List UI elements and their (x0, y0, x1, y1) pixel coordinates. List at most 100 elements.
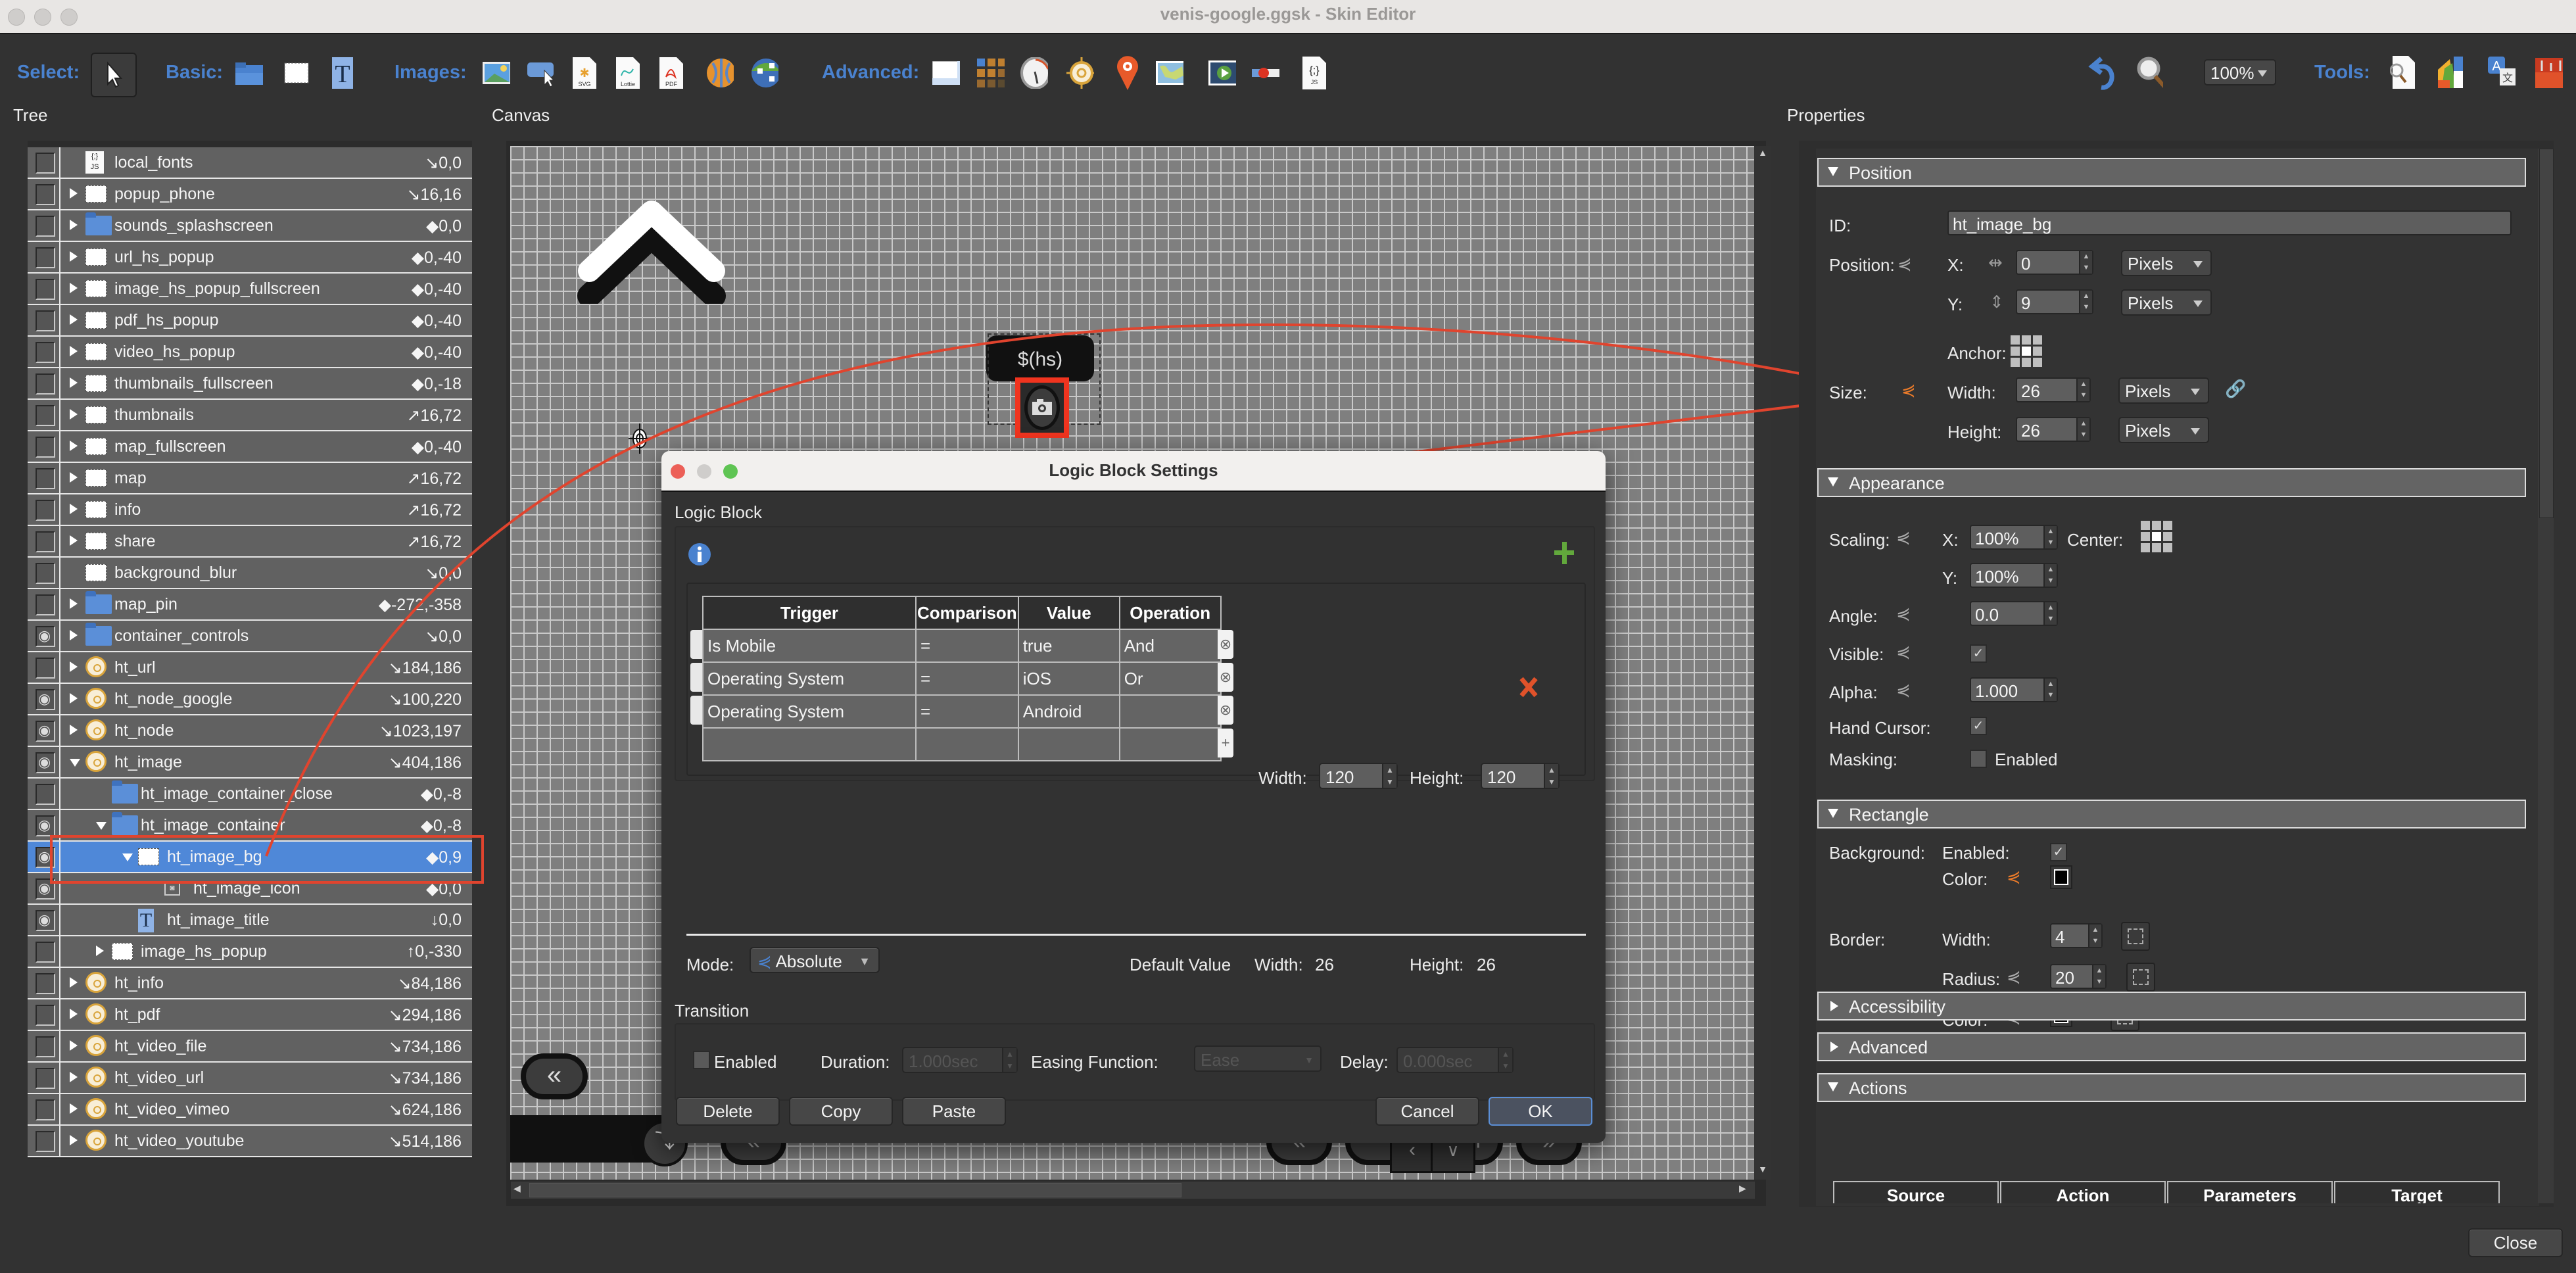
tree-row[interactable]: share ↗16,72 (28, 526, 472, 558)
visibility-toggle[interactable] (36, 563, 55, 584)
collapsed-arrow-icon[interactable] (70, 1009, 78, 1019)
tree-row[interactable]: popup_phone ↘16,16 (28, 179, 472, 210)
collapsed-arrow-icon[interactable] (70, 441, 78, 451)
collapsed-arrow-icon[interactable] (70, 504, 78, 514)
collapsed-arrow-icon[interactable] (70, 409, 78, 420)
visibility-toggle[interactable] (36, 247, 55, 268)
collapsed-arrow-icon[interactable] (70, 598, 78, 609)
visible-logic-icon[interactable]: ⋞ (1896, 642, 1916, 661)
bg-color-swatch[interactable] (2050, 865, 2072, 889)
collapsed-arrow-icon[interactable] (70, 1135, 78, 1145)
slider-icon[interactable] (1252, 59, 1279, 87)
cloner-icon[interactable] (977, 59, 1005, 87)
x-stepper[interactable]: ▲ ▼ (2079, 251, 2092, 274)
height-input[interactable]: 26 ▲ ▼ (2016, 417, 2091, 442)
map-pin-icon[interactable] (1114, 56, 1141, 90)
border-radius-logic-icon[interactable]: ⋞ (2007, 967, 2026, 986)
hotspot-icon[interactable] (1066, 57, 1094, 89)
alpha-logic-icon[interactable]: ⋞ (1896, 680, 1916, 700)
section-appearance[interactable]: Appearance (1817, 468, 2526, 497)
visibility-toggle[interactable] (36, 973, 55, 994)
visibility-toggle[interactable] (36, 531, 55, 552)
scale-x-input[interactable]: 100% ▲ ▼ (1970, 525, 2058, 550)
logic-cell[interactable]: = (915, 661, 1019, 696)
visibility-toggle[interactable] (36, 342, 55, 363)
visibility-toggle[interactable] (36, 1005, 55, 1026)
remove-condition-icon[interactable]: ⊗ (1218, 630, 1233, 659)
bg-enabled-checkbox[interactable]: ✓ (2050, 843, 2067, 861)
angle-input[interactable]: 0.0 ▲ ▼ (1970, 601, 2058, 626)
height-stepper[interactable]: ▲ ▼ (2076, 418, 2089, 441)
code-icon[interactable]: {;} JS (1300, 57, 1328, 89)
logic-cell[interactable]: And (1118, 629, 1222, 663)
visibility-toggle[interactable] (36, 405, 55, 426)
y-stepper[interactable]: ▲ ▼ (2079, 291, 2092, 313)
center-grid[interactable] (2141, 521, 2172, 552)
tree-row[interactable]: thumbnails_fullscreen ◆0,-18 (28, 368, 472, 400)
rectangle-icon[interactable] (283, 59, 310, 87)
x-unit-select[interactable]: Pixels (2121, 250, 2212, 276)
alpha-input[interactable]: 1.000 ▲ ▼ (1970, 677, 2058, 702)
collapsed-arrow-icon[interactable] (70, 661, 78, 672)
color-palette-icon[interactable] (2435, 57, 2463, 88)
section-position[interactable]: Position (1817, 158, 2526, 187)
id-input[interactable]: ht_image_bg (1947, 210, 2512, 235)
tree-row[interactable]: ◉ ht_image ↘404,186 (28, 747, 472, 779)
vertical-align-icon[interactable]: ⇕ (1990, 292, 2009, 312)
collapsed-arrow-icon[interactable] (70, 314, 78, 325)
section-accessibility[interactable]: Accessibility (1817, 992, 2526, 1021)
video-icon[interactable] (1208, 59, 1236, 87)
tree-row[interactable]: ◉ ht_node_google ↘100,220 (28, 684, 472, 715)
bg-color-logic-icon[interactable]: ⋞ (2007, 867, 2026, 886)
visibility-toggle[interactable] (36, 1131, 55, 1152)
tree-row[interactable]: ◉ ht_image_container ◆0,-8 (28, 810, 472, 842)
map-icon[interactable] (1156, 59, 1183, 87)
angle-stepper[interactable]: ▲ ▼ (2043, 602, 2057, 625)
add-condition-icon[interactable]: + (1218, 729, 1233, 757)
tree-row[interactable]: thumbnails ↗16,72 (28, 400, 472, 431)
logic-height-stepper[interactable]: ▲ ▼ (1544, 764, 1558, 788)
container-folder-icon[interactable] (235, 59, 263, 87)
drag-handle[interactable] (690, 696, 702, 725)
scroll-up-arrow[interactable]: ▲ (1755, 147, 1770, 162)
delete-logic-block-icon[interactable] (1519, 676, 1538, 698)
logic-cell[interactable]: Operating System (702, 694, 917, 729)
logic-cell[interactable] (915, 727, 1019, 761)
logic-height-input[interactable]: 120 ▲ ▼ (1481, 763, 1560, 789)
tree-row[interactable]: ht_url ↘184,186 (28, 652, 472, 684)
masking-checkbox[interactable] (1970, 750, 1987, 768)
border-radius-stepper[interactable]: ▲ ▼ (2092, 965, 2105, 988)
tree-row[interactable]: map ↗16,72 (28, 463, 472, 494)
tree-row[interactable]: ◉ Tht_image_title ↓0,0 (28, 905, 472, 936)
collapsed-arrow-icon[interactable] (70, 693, 78, 704)
ok-button[interactable]: OK (1489, 1097, 1592, 1126)
horizontal-align-icon[interactable]: ⇹ (1988, 252, 2008, 272)
duration-input[interactable]: 1.000sec ▲ ▼ (902, 1047, 1018, 1073)
cancel-button[interactable]: Cancel (1375, 1097, 1479, 1126)
translate-icon[interactable]: A文 (2488, 57, 2516, 87)
info-icon[interactable] (688, 542, 711, 567)
canvas-horizontal-scrollbar[interactable]: ◀ ▶ (510, 1181, 1755, 1199)
drag-handle[interactable] (690, 663, 702, 692)
logic-width-input[interactable]: 120 ▲ ▼ (1319, 763, 1398, 789)
expanded-arrow-icon[interactable] (70, 759, 80, 767)
tree-row[interactable]: image_hs_popup ↑0,-330 (28, 936, 472, 968)
remove-condition-icon[interactable]: ⊗ (1218, 696, 1233, 725)
visibility-toggle[interactable]: ◉ (36, 752, 55, 773)
logic-cell[interactable]: = (915, 629, 1019, 663)
alpha-stepper[interactable]: ▲ ▼ (2043, 679, 2057, 701)
logic-cell[interactable] (1118, 694, 1222, 729)
properties-scrollbar[interactable] (2538, 149, 2554, 1203)
visibility-toggle[interactable] (36, 437, 55, 458)
logic-cell[interactable] (1017, 727, 1120, 761)
width-unit-select[interactable]: Pixels (2118, 377, 2209, 404)
pdf-icon[interactable]: PDF (657, 57, 685, 89)
zoom-tool-icon[interactable] (2135, 57, 2163, 89)
collapsed-arrow-icon[interactable] (70, 1040, 78, 1051)
back-control-button[interactable]: « (521, 1053, 588, 1099)
logic-cell[interactable]: true (1017, 629, 1120, 663)
scale-y-stepper[interactable]: ▲ ▼ (2043, 564, 2057, 587)
collapsed-arrow-icon[interactable] (70, 251, 78, 262)
lottie-icon[interactable]: Lottie (614, 57, 642, 89)
delay-stepper[interactable]: ▲ ▼ (1498, 1048, 1512, 1072)
